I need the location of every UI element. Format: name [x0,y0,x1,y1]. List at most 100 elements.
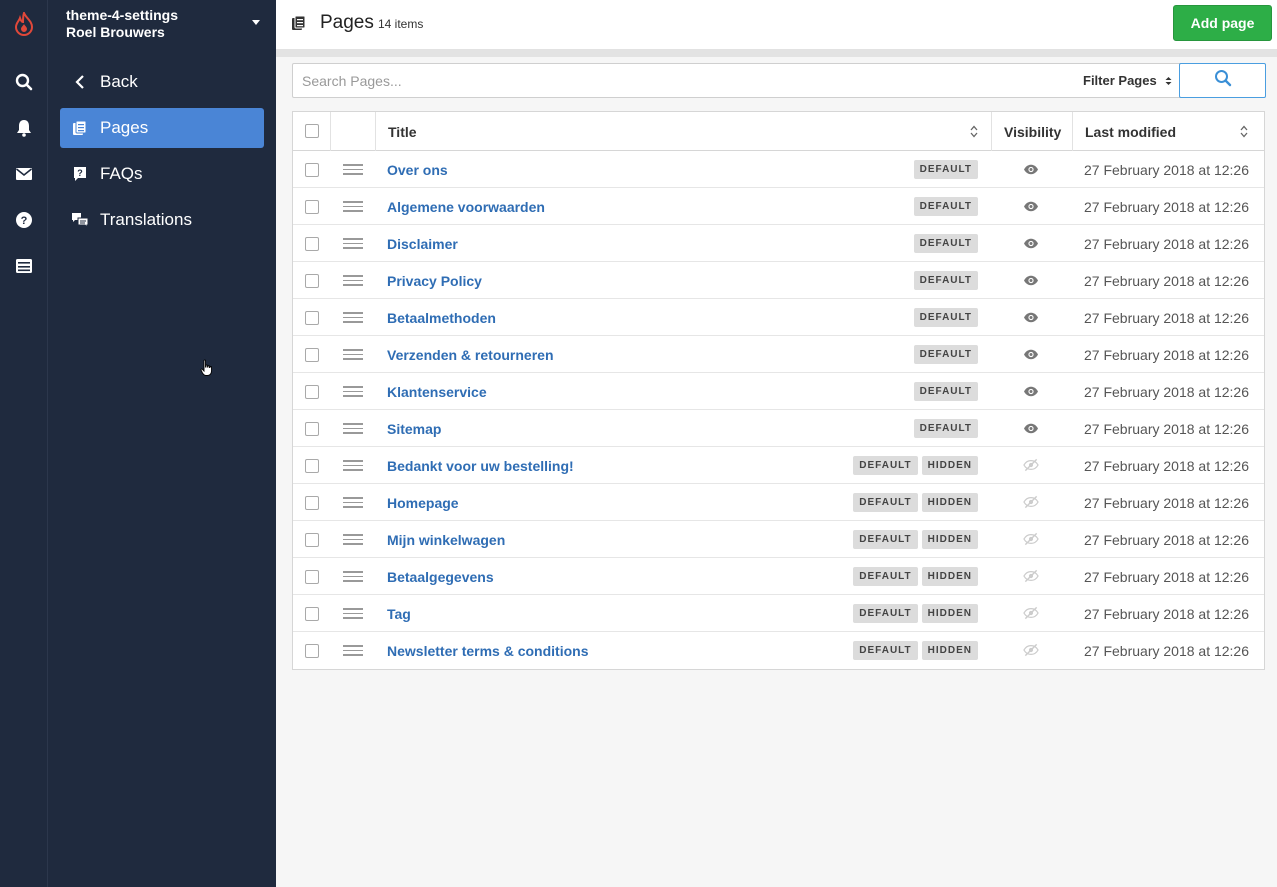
sidebar: theme-4-settings Roel Brouwers Back Page… [48,0,276,887]
eye-icon[interactable] [1023,235,1039,251]
eye-icon[interactable] [1023,198,1039,214]
eye-slash-icon[interactable] [1023,494,1039,510]
table-row: Tag DEFAULT HIDDEN 27 February 2018 at 12:2… [293,595,1264,632]
row-checkbox[interactable] [305,422,319,436]
drag-handle-icon[interactable] [343,608,363,622]
column-visibility: Visibility [1004,123,1062,140]
page-title-link[interactable]: Algemene voorwaarden [387,188,545,225]
column-last-modified[interactable]: Last modified [1085,112,1176,151]
status-badges: DEFAULT [913,308,978,327]
last-modified-date: 27 February 2018 at 12:26 [1084,568,1250,585]
last-modified-date: 27 February 2018 at 12:26 [1084,531,1250,548]
row-checkbox[interactable] [305,274,319,288]
eye-icon[interactable] [1023,272,1039,288]
row-checkbox[interactable] [305,607,319,621]
filter-pages-dropdown[interactable]: Filter Pages [1083,64,1172,97]
status-badges: DEFAULT [913,271,978,290]
eye-slash-icon[interactable] [1023,531,1039,547]
page-title-link[interactable]: Klantenservice [387,373,487,410]
header-divider [276,50,1277,57]
logo-icon[interactable] [14,12,34,36]
svg-text:?: ? [21,215,28,227]
drag-handle-icon[interactable] [343,497,363,511]
column-title[interactable]: Title [388,112,417,151]
search-icon[interactable] [14,72,34,92]
row-checkbox[interactable] [305,496,319,510]
page-title-link[interactable]: Homepage [387,484,459,521]
page-title-link[interactable]: Privacy Policy [387,262,482,299]
table-row: Disclaimer DEFAULT 27 February 2018 at 12:… [293,225,1264,262]
page-title-link[interactable]: Verzenden & retourneren [387,336,554,373]
select-all-checkbox[interactable] [305,124,319,138]
sidebar-item-faqs[interactable]: ? FAQs [60,154,264,194]
last-modified-date: 27 February 2018 at 12:26 [1084,272,1250,289]
row-checkbox[interactable] [305,163,319,177]
sidebar-item-translations[interactable]: Translations [60,200,264,240]
page-title-link[interactable]: Sitemap [387,410,441,447]
page-title-link[interactable]: Newsletter terms & conditions [387,632,589,669]
page-title-link[interactable]: Tag [387,595,411,632]
sidebar-item-pages[interactable]: Pages [60,108,264,148]
row-checkbox[interactable] [305,570,319,584]
search-input[interactable] [293,64,1073,97]
drag-handle-icon[interactable] [343,386,363,400]
mail-icon[interactable] [14,164,34,184]
row-checkbox[interactable] [305,311,319,325]
back-button[interactable]: Back [60,62,264,102]
row-checkbox[interactable] [305,200,319,214]
table-body: Over ons DEFAULT 27 February 2018 at 12:26… [293,151,1264,669]
page-title-link[interactable]: Over ons [387,151,448,188]
add-page-button[interactable]: Add page [1173,5,1272,41]
table-row: Privacy Policy DEFAULT 27 February 2018 at… [293,262,1264,299]
search-button[interactable] [1179,63,1266,98]
drag-handle-icon[interactable] [343,534,363,548]
search-icon [1214,69,1232,92]
drag-handle-icon[interactable] [343,275,363,289]
hand-cursor-icon [200,359,214,382]
page-title-link[interactable]: Bedankt voor uw bestelling! [387,447,574,484]
shop-name: theme-4-settings [66,7,179,23]
row-checkbox[interactable] [305,533,319,547]
drag-handle-icon[interactable] [343,164,363,178]
drag-handle-icon[interactable] [343,645,363,659]
badge-default: DEFAULT [913,308,978,327]
help-icon[interactable]: ? [14,210,34,230]
sort-icon[interactable] [1240,125,1248,138]
chevron-down-icon[interactable] [252,20,260,25]
sort-arrows-icon [1165,76,1172,86]
eye-icon[interactable] [1023,161,1039,177]
eye-slash-icon[interactable] [1023,605,1039,621]
eye-slash-icon[interactable] [1023,568,1039,584]
row-checkbox[interactable] [305,348,319,362]
eye-icon[interactable] [1023,346,1039,362]
status-badges: DEFAULT [913,419,978,438]
row-checkbox[interactable] [305,459,319,473]
drag-handle-icon[interactable] [343,238,363,252]
drag-handle-icon[interactable] [343,460,363,474]
eye-icon[interactable] [1023,420,1039,436]
sort-icon[interactable] [970,125,978,138]
last-modified-date: 27 February 2018 at 12:26 [1084,420,1250,437]
item-count: 14 items [378,17,424,31]
page-title-link[interactable]: Disclaimer [387,225,458,262]
drag-handle-icon[interactable] [343,423,363,437]
drag-handle-icon[interactable] [343,349,363,363]
row-checkbox[interactable] [305,644,319,658]
page-title-link[interactable]: Betaalgegevens [387,558,494,595]
row-checkbox[interactable] [305,237,319,251]
page-title-link[interactable]: Betaalmethoden [387,299,496,336]
shop-switcher[interactable]: theme-4-settings Roel Brouwers [66,7,266,41]
eye-icon[interactable] [1023,383,1039,399]
drag-handle-icon[interactable] [343,571,363,585]
row-checkbox[interactable] [305,385,319,399]
last-modified-date: 27 February 2018 at 12:26 [1084,309,1250,326]
translations-icon [60,212,100,228]
bell-icon[interactable] [14,118,34,138]
store-icon[interactable] [14,256,34,276]
eye-slash-icon[interactable] [1023,457,1039,473]
page-title-link[interactable]: Mijn winkelwagen [387,521,505,558]
eye-slash-icon[interactable] [1023,642,1039,658]
drag-handle-icon[interactable] [343,201,363,215]
eye-icon[interactable] [1023,309,1039,325]
drag-handle-icon[interactable] [343,312,363,326]
